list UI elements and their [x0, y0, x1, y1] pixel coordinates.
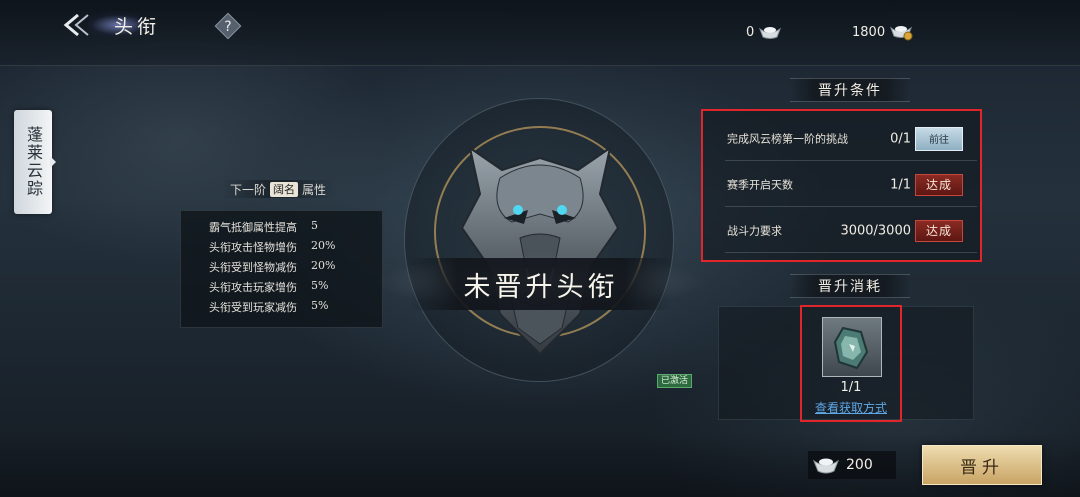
attribute-name: 头衔攻击玩家增伤	[209, 281, 297, 294]
bound-silver-ingot-icon	[890, 26, 913, 41]
goto-button[interactable]: 前往	[915, 126, 963, 151]
attribute-value: 5%	[311, 279, 329, 292]
achieved-badge: 达成	[915, 173, 963, 196]
silver-amount: 0	[746, 24, 755, 40]
next-rank-attr-header: 下一阶 阔名 属性	[222, 180, 335, 198]
cost-item-count: 1/1	[840, 380, 862, 395]
condition-text: 完成风云榜第一阶的挑战	[727, 132, 848, 145]
silver-ingot-icon	[759, 27, 782, 39]
jade-token-icon	[833, 326, 869, 370]
attr-header-prefix: 下一阶	[230, 182, 267, 197]
attribute-row: 头衔攻击玩家增伤 5%	[209, 279, 328, 295]
achieved-badge: 达成	[915, 219, 963, 242]
attr-header-suffix: 属性	[302, 182, 327, 197]
attribute-value: 20%	[311, 239, 336, 252]
condition-row: 战斗力要求 3000/3000 达成	[725, 209, 977, 253]
page-title: 头衔	[114, 16, 161, 38]
attribute-name: 霸气抵御属性提高	[209, 221, 297, 234]
attr-header-rank-chip: 阔名	[270, 181, 299, 197]
cost-title: 晋升消耗	[790, 274, 910, 298]
promotion-conditions-panel: 完成风云榜第一阶的挑战 0/1 前往 赛季开启天数 1/1 达成 战斗力要求 3…	[701, 109, 982, 262]
gold-amount: 1800	[852, 24, 886, 40]
attribute-name: 头衔攻击怪物增伤	[209, 241, 297, 254]
promote-button[interactable]: 晋升	[922, 445, 1042, 485]
activated-badge: 已激活	[657, 374, 693, 388]
condition-count: 1/1	[890, 177, 911, 192]
side-tab-penglai[interactable]: 蓬莱云踪	[14, 110, 52, 214]
silver-ingot-icon	[812, 458, 840, 474]
cost-item-slot[interactable]	[822, 317, 882, 377]
attribute-row: 头衔受到玩家减伤 5%	[209, 299, 328, 315]
help-button[interactable]: ?	[213, 11, 243, 41]
condition-row: 赛季开启天数 1/1 达成	[725, 163, 977, 207]
back-arrow-icon	[63, 13, 89, 37]
attribute-value: 5%	[311, 299, 329, 312]
help-icon: ?	[214, 12, 242, 40]
rank-name-banner: 未晋升头衔	[410, 258, 672, 310]
attribute-row: 头衔受到怪物减伤 20%	[209, 259, 335, 275]
condition-count: 0/1	[890, 131, 911, 146]
condition-row: 完成风云榜第一阶的挑战 0/1 前往	[725, 117, 977, 161]
help-label: ?	[224, 19, 231, 35]
attribute-row: 头衔攻击怪物增伤 20%	[209, 239, 335, 255]
attribute-value: 20%	[311, 259, 336, 272]
attribute-list: 霸气抵御属性提高 5 头衔攻击怪物增伤 20% 头衔受到怪物减伤 20% 头衔攻…	[180, 210, 383, 328]
attribute-row: 霸气抵御属性提高 5	[209, 219, 318, 235]
cost-item: 1/1 查看获取方式	[800, 305, 902, 422]
top-bar: 头衔 ? 0 1800	[0, 0, 1080, 66]
price-amount: 200	[846, 457, 873, 473]
promotion-price: 200	[808, 451, 896, 479]
condition-text: 赛季开启天数	[727, 178, 793, 191]
attribute-value: 5	[311, 219, 318, 232]
conditions-title: 晋升条件	[790, 78, 910, 102]
bottom-bar	[0, 434, 1080, 497]
back-button[interactable]	[62, 12, 96, 38]
silver-currency: 0	[746, 22, 782, 42]
side-tab-indicator	[50, 156, 56, 168]
condition-count: 3000/3000	[840, 223, 911, 238]
gold-currency: 1800	[852, 22, 913, 42]
attribute-name: 头衔受到玩家减伤	[209, 301, 297, 314]
beast-emblem-icon	[460, 145, 620, 356]
view-source-link[interactable]: 查看获取方式	[802, 399, 900, 416]
attribute-name: 头衔受到怪物减伤	[209, 261, 297, 274]
